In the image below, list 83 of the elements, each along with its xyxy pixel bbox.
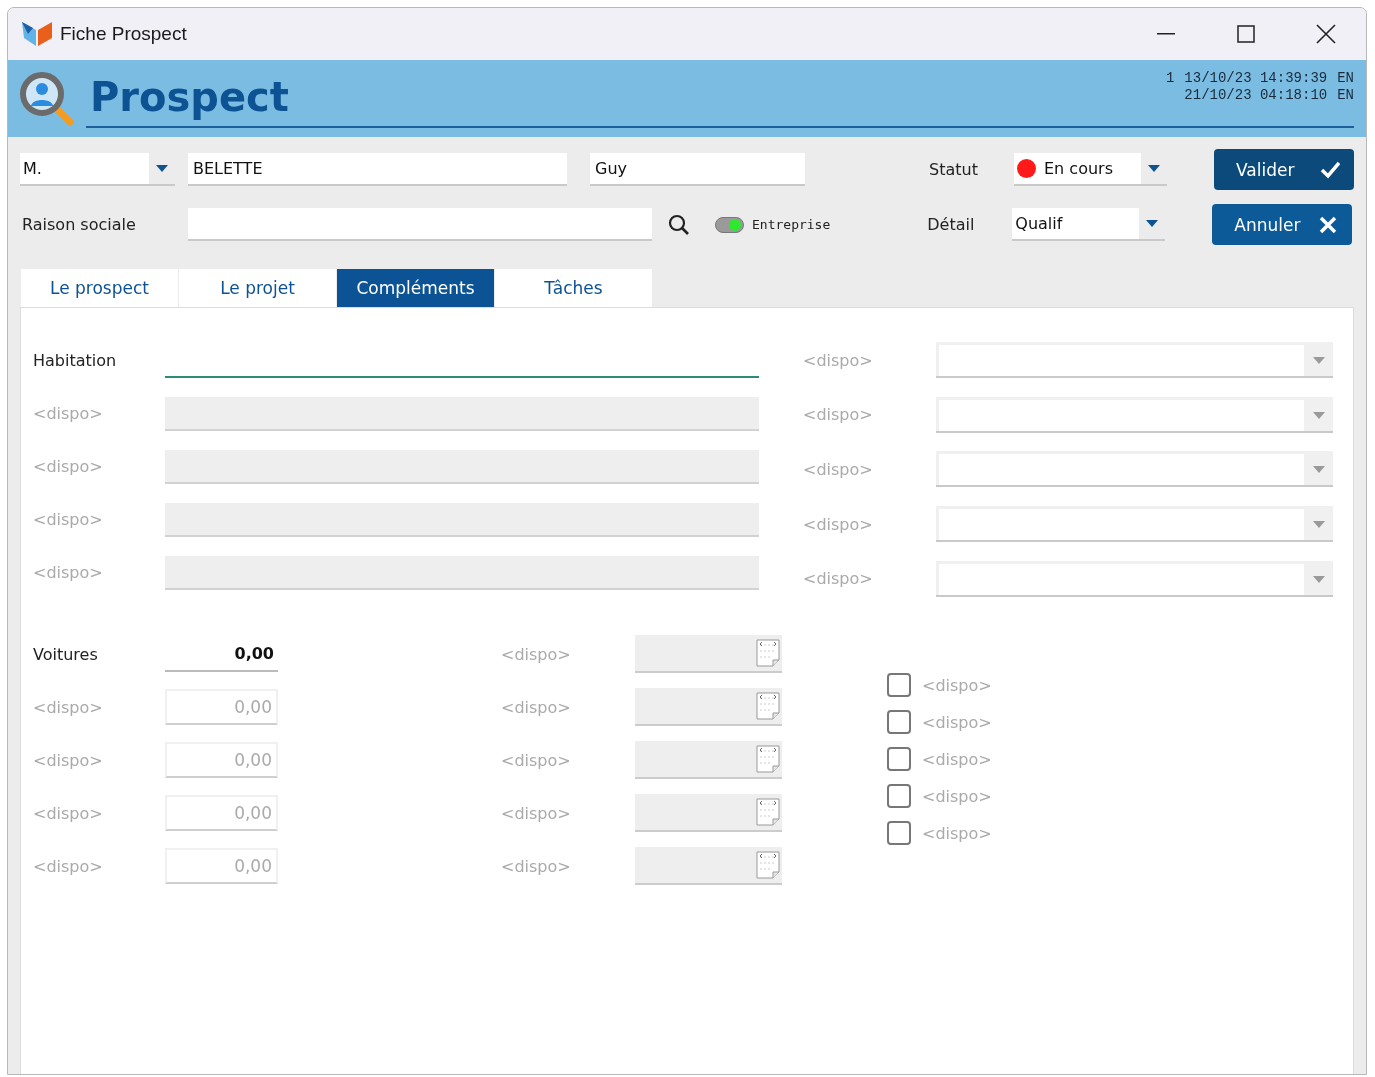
dropdown-arrow-icon — [156, 165, 168, 172]
tab[interactable]: Compléments — [337, 269, 494, 307]
validate-button[interactable]: Valider — [1214, 149, 1354, 190]
timestamp: 21/10/23 04:18:10 — [1184, 87, 1328, 104]
field-label: <dispo> — [803, 460, 874, 479]
checkbox-label: <dispo> — [922, 675, 992, 695]
tab[interactable]: Le prospect — [21, 269, 178, 307]
dropdown-arrow-icon — [1312, 357, 1325, 365]
field-label: <dispo> — [33, 697, 104, 717]
field-label: <dispo> — [803, 514, 874, 534]
checkbox[interactable] — [887, 673, 911, 698]
field-label: <dispo> — [803, 569, 874, 589]
field-label: <dispo> — [501, 644, 572, 664]
dropdown-field[interactable] — [936, 560, 1333, 597]
checkbox[interactable] — [887, 821, 911, 846]
checkbox[interactable] — [887, 710, 911, 735]
record-count: 1 — [1165, 70, 1175, 87]
calendar-icon[interactable] — [756, 798, 780, 827]
field-label: <dispo> — [33, 510, 104, 529]
field-label: <dispo> — [501, 856, 572, 876]
dropdown-arrow-icon — [1148, 165, 1160, 172]
checkbox[interactable] — [887, 747, 911, 772]
calendar-icon[interactable] — [756, 639, 780, 668]
checkbox-label: <dispo> — [922, 823, 992, 843]
dropdown-field[interactable] — [936, 451, 1333, 488]
date-field[interactable] — [635, 847, 782, 886]
field-label: Voitures — [33, 644, 99, 664]
check-icon — [1320, 159, 1340, 180]
last-name-field[interactable]: BELETTE — [188, 153, 567, 186]
calendar-icon[interactable] — [756, 851, 780, 880]
field-label: <dispo> — [501, 750, 572, 770]
field-label: Habitation — [33, 351, 118, 370]
date-field[interactable] — [635, 688, 782, 727]
field-label: <dispo> — [33, 803, 104, 823]
close-icon — [1316, 24, 1336, 44]
maximize-icon — [1237, 25, 1255, 43]
app-logo-icon — [22, 20, 52, 48]
checkbox-label: <dispo> — [922, 712, 992, 732]
company-name-field[interactable] — [188, 208, 652, 241]
field-label: <dispo> — [33, 750, 104, 770]
date-field[interactable] — [635, 741, 782, 780]
user-code: EN — [1337, 70, 1354, 87]
field-label: <dispo> — [33, 856, 104, 876]
dropdown-arrow-icon — [1146, 220, 1159, 227]
field-label: <dispo> — [33, 563, 104, 582]
field-label: <dispo> — [803, 405, 874, 425]
checkbox[interactable] — [887, 784, 911, 809]
date-field[interactable] — [635, 635, 782, 674]
tab[interactable]: Tâches — [495, 269, 652, 307]
dropdown-arrow-icon — [1312, 521, 1325, 529]
calendar-icon[interactable] — [756, 692, 780, 721]
user-code: EN — [1337, 87, 1354, 104]
detail-label: Détail — [927, 215, 976, 234]
first-name-field[interactable]: Guy — [590, 153, 805, 186]
checkbox-label: <dispo> — [922, 786, 992, 806]
page-title: Prospect — [90, 73, 289, 122]
close-icon — [1318, 214, 1339, 235]
toggle-label: Entreprise — [752, 217, 831, 232]
field-label: <dispo> — [501, 697, 572, 717]
cancel-button[interactable]: Annuler — [1212, 204, 1353, 245]
tab[interactable]: Le projet — [179, 269, 336, 307]
number-field[interactable]: 0,00 — [165, 636, 278, 673]
timestamp: 13/10/23 14:39:39 — [1184, 70, 1328, 87]
search-icon[interactable] — [668, 213, 690, 236]
field-label: <dispo> — [33, 457, 104, 476]
field-label: <dispo> — [501, 803, 572, 823]
toggle-switch[interactable] — [715, 216, 744, 233]
calendar-icon[interactable] — [756, 745, 780, 774]
dropdown-arrow-icon — [1312, 466, 1325, 474]
dropdown-field[interactable] — [936, 342, 1333, 379]
person-search-icon — [18, 70, 76, 128]
dropdown-field[interactable] — [936, 396, 1333, 433]
window-title: Fiche Prospect — [60, 23, 187, 45]
checkbox-label: <dispo> — [922, 749, 992, 769]
status-label: Statut — [929, 160, 979, 179]
date-field[interactable] — [635, 794, 782, 833]
minimize-icon — [1157, 33, 1175, 35]
dropdown-arrow-icon — [1312, 411, 1325, 419]
field-label: Raison sociale — [21, 215, 137, 234]
field-label: <dispo> — [33, 404, 104, 423]
dropdown-arrow-icon — [1312, 575, 1325, 583]
field-label: <dispo> — [803, 350, 874, 370]
dropdown-field[interactable] — [936, 506, 1333, 543]
